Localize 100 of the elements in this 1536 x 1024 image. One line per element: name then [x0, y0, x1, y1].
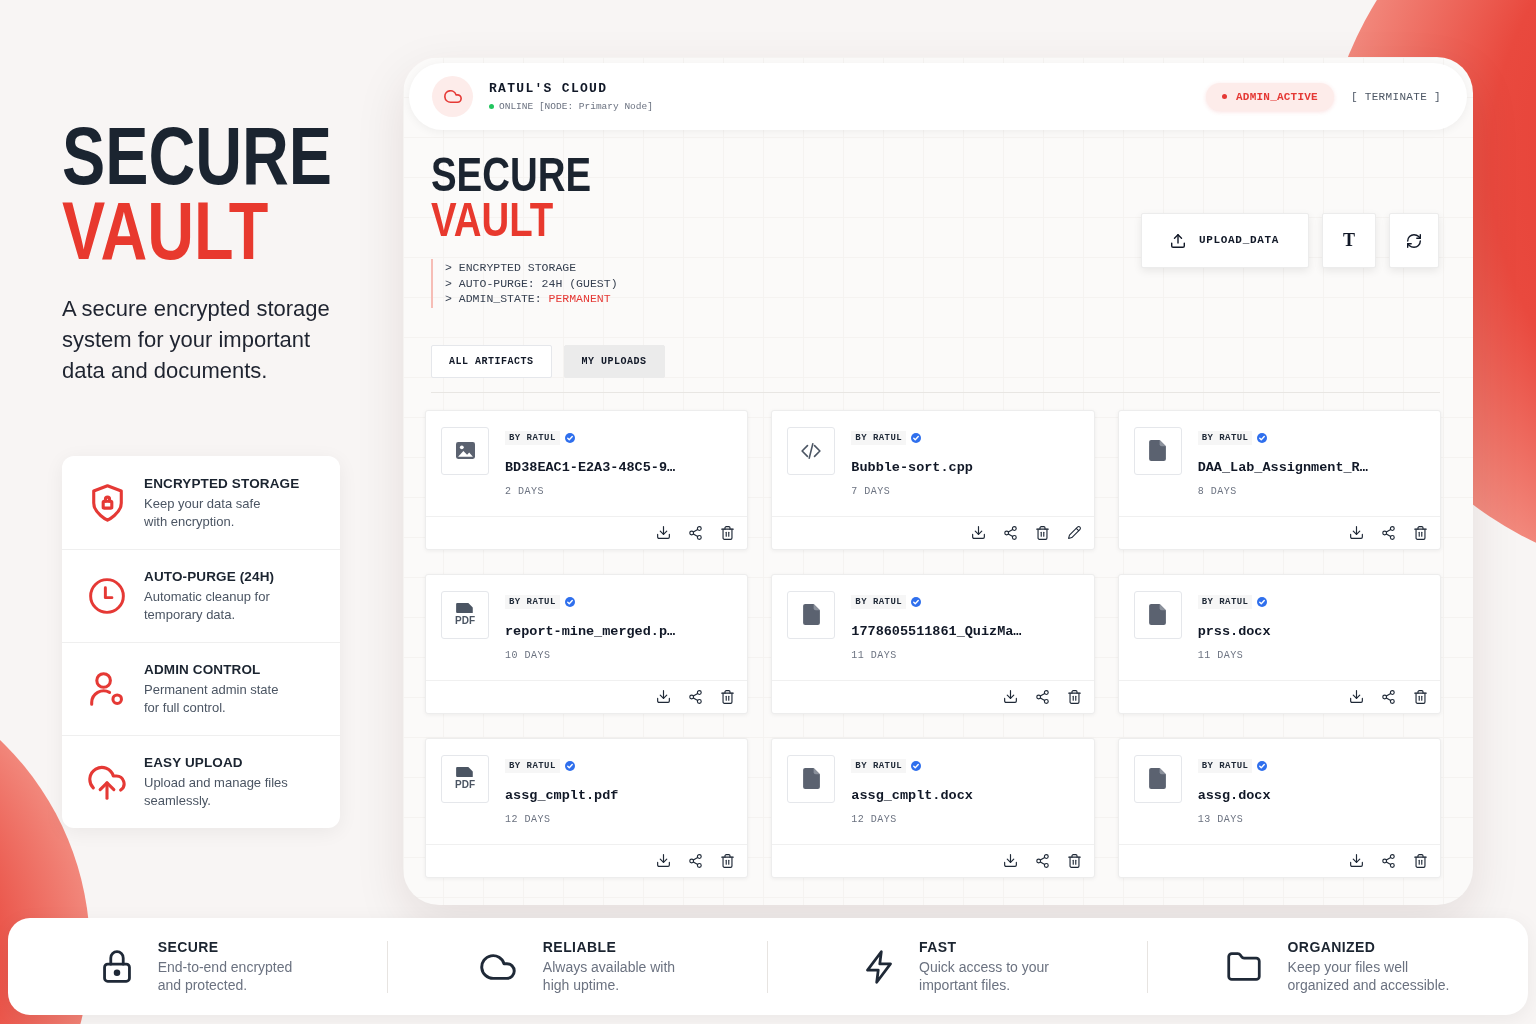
file-icon	[456, 603, 474, 613]
trash-icon[interactable]	[1067, 689, 1081, 704]
highlight-description: End-to-end encrypted and protected.	[157, 958, 293, 994]
trash-icon[interactable]	[1035, 525, 1049, 540]
lightning-icon	[866, 949, 893, 984]
file-age: 11 DAYS	[851, 648, 897, 662]
uploader-tag: BY RATUL	[1197, 594, 1253, 609]
download-icon[interactable]	[1350, 526, 1363, 539]
file-type-label: PDF	[455, 615, 475, 626]
share-icon[interactable]	[689, 689, 703, 704]
file-age: 7 DAYS	[851, 484, 891, 498]
highlight-title: RELIABLE	[542, 939, 617, 955]
uploader-tag: BY RATUL	[505, 758, 560, 773]
user-icon	[90, 672, 124, 706]
download-icon[interactable]	[657, 690, 671, 703]
download-icon[interactable]	[1350, 854, 1363, 867]
uploader-tag: BY RATUL	[505, 430, 560, 445]
terminate-button[interactable]: [ TERMINATE ]	[1350, 89, 1441, 104]
node-status: ONLINE [NODE: Primary Node]	[499, 100, 653, 113]
pencil-icon[interactable]	[1067, 526, 1081, 539]
clock-icon	[89, 578, 125, 614]
share-icon[interactable]	[689, 525, 703, 540]
terminal-line: > AUTO-PURGE: 24H (GUEST)	[445, 275, 618, 291]
file-icon	[802, 768, 820, 789]
uploader-tag: BY RATUL	[851, 758, 907, 773]
file-type-label: PDF	[455, 779, 475, 790]
vault-title: VAULT	[431, 197, 554, 242]
folder-icon	[1226, 952, 1261, 981]
file-icon	[456, 767, 474, 777]
hero-description: A secure encrypted storage system for your important data and documents.	[62, 295, 331, 385]
share-icon[interactable]	[689, 853, 703, 868]
trash-icon[interactable]	[1414, 853, 1427, 868]
trash-icon[interactable]	[721, 689, 735, 704]
uploader-tag: BY RATUL	[1197, 758, 1253, 773]
terminal-line: > ENCRYPTED STORAGE	[445, 260, 578, 276]
file-icon	[1149, 440, 1167, 461]
vault-title: SECURE	[431, 152, 592, 197]
refresh-icon	[1407, 233, 1421, 248]
download-icon[interactable]	[1003, 690, 1017, 703]
share-icon[interactable]	[1003, 525, 1017, 540]
share-icon[interactable]	[1035, 689, 1049, 704]
uploader-tag: BY RATUL	[851, 430, 907, 445]
feature-description: Permanent admin state for full control.	[144, 681, 279, 717]
feature-title: ADMIN CONTROL	[144, 661, 262, 678]
file-name: assg.docx	[1197, 786, 1271, 805]
terminal-line: > ADMIN_STATE: PERMANENT	[445, 291, 612, 307]
shield-lock-icon	[91, 483, 123, 522]
upload-icon	[1171, 233, 1186, 248]
download-icon[interactable]	[657, 854, 671, 867]
file-age: 2 DAYS	[505, 484, 544, 498]
refresh-button[interactable]	[1389, 213, 1439, 268]
uploader-tag: BY RATUL	[1197, 430, 1253, 445]
download-icon[interactable]	[657, 526, 671, 539]
filter-tab[interactable]: MY UPLOADS	[563, 344, 665, 378]
trash-icon[interactable]	[1067, 853, 1081, 868]
feature-title: ENCRYPTED STORAGE	[144, 474, 300, 492]
feature-title: EASY UPLOAD	[144, 754, 244, 771]
code-icon	[801, 442, 822, 459]
file-name: BD38EAC1-E2A3-48C5-9…	[505, 458, 676, 477]
filter-tab[interactable]: ALL ARTIFACTS	[431, 344, 552, 378]
file-icon	[1149, 604, 1167, 625]
download-icon[interactable]	[1003, 854, 1017, 867]
file-age: 8 DAYS	[1197, 484, 1237, 498]
file-name: report-mine_merged.p…	[505, 622, 676, 641]
text-style-button[interactable]: T	[1322, 213, 1376, 268]
cloud-icon	[432, 76, 473, 117]
highlight-description: Always available with high uptime.	[542, 958, 676, 994]
uploader-tag: BY RATUL	[851, 594, 907, 609]
trash-icon[interactable]	[721, 853, 735, 868]
share-icon[interactable]	[1382, 853, 1395, 868]
file-name: 1778605511861_QuizMa…	[851, 622, 1022, 641]
share-icon[interactable]	[1382, 689, 1395, 704]
share-icon[interactable]	[1382, 525, 1395, 540]
highlight-description: Quick access to your important files.	[919, 958, 1049, 994]
hero-title: SECURE	[62, 118, 332, 193]
trash-icon[interactable]	[1414, 525, 1427, 540]
status-badge-label: ADMIN_ACTIVE	[1236, 89, 1318, 104]
file-name: prss.docx	[1197, 622, 1271, 641]
lock-icon	[102, 950, 131, 983]
feature-title: AUTO-PURGE (24H)	[144, 568, 275, 585]
share-icon[interactable]	[1035, 853, 1049, 868]
cloud-icon	[479, 953, 516, 980]
file-age: 12 DAYS	[851, 812, 897, 826]
trash-icon[interactable]	[1414, 689, 1427, 704]
file-name: assg_cmplt.docx	[851, 786, 973, 805]
download-icon[interactable]	[971, 526, 985, 539]
highlight-title: SECURE	[157, 939, 219, 955]
feature-description: Upload and manage files seamlessly.	[144, 774, 288, 810]
upload-button[interactable]: UPLOAD_DATA	[1141, 213, 1309, 268]
hero-title: VAULT	[62, 193, 269, 268]
file-icon	[1149, 768, 1167, 789]
highlight-title: ORGANIZED	[1287, 939, 1376, 955]
file-name: Bubble-sort.cpp	[851, 458, 973, 477]
feature-description: Keep your data safe with encryption.	[144, 494, 262, 531]
file-icon	[802, 604, 820, 625]
file-age: 13 DAYS	[1197, 812, 1244, 826]
download-icon[interactable]	[1350, 690, 1363, 703]
uploader-tag: BY RATUL	[505, 594, 560, 609]
trash-icon[interactable]	[721, 525, 735, 540]
highlight-description: Keep your files well organized and accessible.	[1287, 958, 1450, 994]
